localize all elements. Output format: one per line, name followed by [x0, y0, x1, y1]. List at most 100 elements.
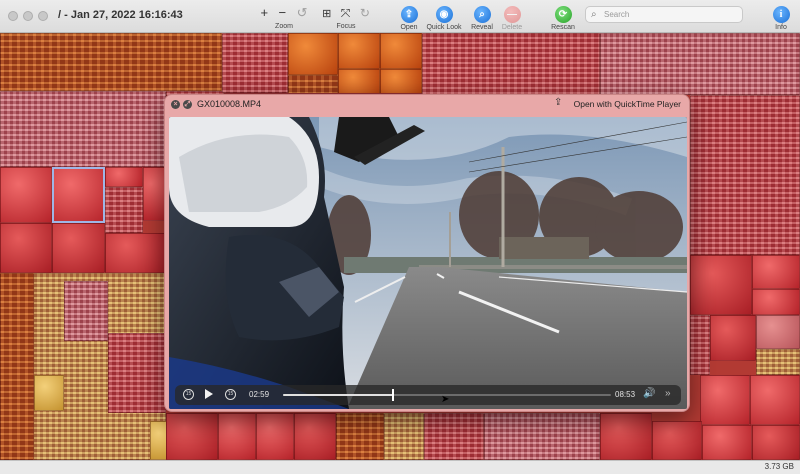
- treemap-block[interactable]: [750, 375, 800, 425]
- treemap-block[interactable]: [338, 33, 380, 69]
- skip-forward-icon[interactable]: 15: [225, 389, 236, 400]
- treemap-block-selected[interactable]: [52, 167, 105, 223]
- treemap-block[interactable]: [288, 33, 338, 75]
- info-button[interactable]: i Info: [768, 4, 794, 31]
- treemap-block[interactable]: [294, 413, 336, 460]
- rotate-back-icon[interactable]: ↻: [360, 5, 370, 21]
- window-title: / - Jan 27, 2022 16:16:43: [58, 9, 183, 21]
- rescan-button[interactable]: ⟳ Rescan: [546, 4, 580, 31]
- open-with-quicktime-button[interactable]: Open with QuickTime Player: [574, 99, 681, 109]
- share-icon[interactable]: ⇪: [554, 97, 562, 108]
- skip-back-icon[interactable]: 15: [183, 389, 194, 400]
- fullscreen-icon[interactable]: ⤢: [183, 100, 192, 109]
- play-icon[interactable]: [205, 389, 213, 399]
- treemap-block[interactable]: [218, 413, 256, 460]
- minimize-window-button[interactable]: [23, 11, 33, 21]
- treemap-block[interactable]: [52, 223, 105, 273]
- video-preview[interactable]: 15 15 02:59 08:53 🔊 »: [169, 117, 687, 409]
- zoom-window-button[interactable]: [38, 11, 48, 21]
- treemap-block[interactable]: [105, 233, 165, 273]
- eye-icon: ◉: [435, 6, 453, 23]
- treemap-block[interactable]: [600, 413, 652, 460]
- reveal-button[interactable]: ⌕ Reveal: [467, 4, 497, 31]
- rescan-label: Rescan: [551, 24, 575, 31]
- volume-icon[interactable]: 🔊: [643, 388, 655, 399]
- treemap-block[interactable]: [384, 413, 424, 460]
- treemap-block[interactable]: [756, 315, 800, 349]
- treemap-block[interactable]: [64, 281, 108, 341]
- treemap-block[interactable]: [484, 413, 600, 460]
- treemap-block[interactable]: [0, 223, 52, 273]
- search-input[interactable]: [604, 8, 734, 21]
- scrubber-handle[interactable]: [392, 389, 395, 401]
- treemap-block[interactable]: [652, 421, 702, 460]
- playback-controls: 15 15 02:59 08:53 🔊 »: [175, 385, 681, 405]
- reveal-label: Reveal: [471, 24, 493, 31]
- treemap-block[interactable]: [0, 167, 52, 223]
- delete-button[interactable]: — Delete: [497, 4, 527, 31]
- treemap-block[interactable]: [422, 33, 600, 95]
- treemap-block[interactable]: [702, 425, 752, 460]
- treemap-block[interactable]: [0, 33, 222, 91]
- magnifier-icon: ⌕: [473, 6, 491, 23]
- search-icon: ⌕: [591, 9, 597, 20]
- duration: 08:53: [615, 390, 636, 399]
- treemap-block[interactable]: [690, 255, 752, 315]
- treemap-block[interactable]: [108, 333, 166, 413]
- video-frame: [169, 117, 687, 409]
- open-label: Open: [400, 24, 418, 31]
- treemap-block[interactable]: [256, 413, 294, 460]
- treemap-block[interactable]: [338, 69, 380, 95]
- treemap-block[interactable]: [752, 289, 800, 315]
- treemap-block[interactable]: [700, 375, 750, 425]
- quick-look-button[interactable]: ◉ Quick Look: [425, 4, 463, 31]
- treemap-block[interactable]: [105, 187, 143, 233]
- treemap-block[interactable]: [288, 75, 338, 95]
- treemap-block[interactable]: [105, 167, 143, 187]
- focus-label: Focus: [336, 23, 356, 30]
- treemap-block[interactable]: [752, 255, 800, 289]
- focus-icon[interactable]: ⊞: [322, 6, 331, 22]
- rotate-icon[interactable]: ↺: [297, 5, 308, 21]
- treemap-block[interactable]: [34, 375, 64, 411]
- focus-expand-icon[interactable]: ⤧: [341, 5, 351, 21]
- zoom-control: + − ↺ Zoom: [254, 4, 314, 30]
- open-icon: ⇪: [400, 6, 418, 23]
- total-size: 3.73 GB: [764, 462, 794, 471]
- info-icon: i: [772, 6, 790, 23]
- toolbar: / - Jan 27, 2022 16:16:43 + − ↺ Zoom ⊞ ⤧…: [0, 0, 800, 33]
- chevrons-right-icon[interactable]: »: [665, 388, 671, 399]
- plus-icon[interactable]: +: [261, 5, 269, 21]
- rescan-icon: ⟳: [554, 6, 572, 23]
- focus-control: ⊞ ⤧ ↻ Focus: [318, 4, 374, 30]
- close-icon[interactable]: ×: [171, 100, 180, 109]
- minus-icon[interactable]: −: [279, 5, 287, 21]
- treemap-block[interactable]: [380, 33, 422, 69]
- treemap-block[interactable]: [0, 273, 34, 460]
- current-time: 02:59: [249, 390, 270, 399]
- search-field[interactable]: ⌕: [585, 6, 743, 23]
- info-label: Info: [775, 24, 787, 31]
- open-button[interactable]: ⇪ Open: [394, 4, 424, 31]
- treemap-block[interactable]: [336, 413, 384, 460]
- treemap-block[interactable]: [690, 95, 800, 255]
- status-bar: 3.73 GB: [0, 460, 800, 474]
- mouse-cursor: ➤: [441, 394, 450, 405]
- treemap-block[interactable]: [424, 413, 484, 460]
- treemap-block[interactable]: [222, 33, 288, 93]
- delete-label: Delete: [501, 24, 523, 31]
- treemap-block[interactable]: [756, 349, 800, 375]
- treemap-block[interactable]: [690, 315, 710, 375]
- scrubber-fill: [283, 394, 394, 396]
- treemap-block[interactable]: [752, 425, 800, 460]
- treemap-block[interactable]: [600, 33, 800, 95]
- zoom-label: Zoom: [275, 23, 293, 30]
- treemap-block[interactable]: [0, 91, 166, 167]
- treemap-block[interactable]: [143, 167, 165, 221]
- quick-look-label: Quick Look: [426, 24, 462, 31]
- close-window-button[interactable]: [8, 11, 18, 21]
- treemap-block[interactable]: [380, 69, 422, 95]
- treemap-block[interactable]: [710, 315, 756, 361]
- quick-look-header: × ⤢ GX010008.MP4 ⇪ Open with QuickTime P…: [165, 95, 689, 115]
- treemap-block[interactable]: [166, 413, 218, 460]
